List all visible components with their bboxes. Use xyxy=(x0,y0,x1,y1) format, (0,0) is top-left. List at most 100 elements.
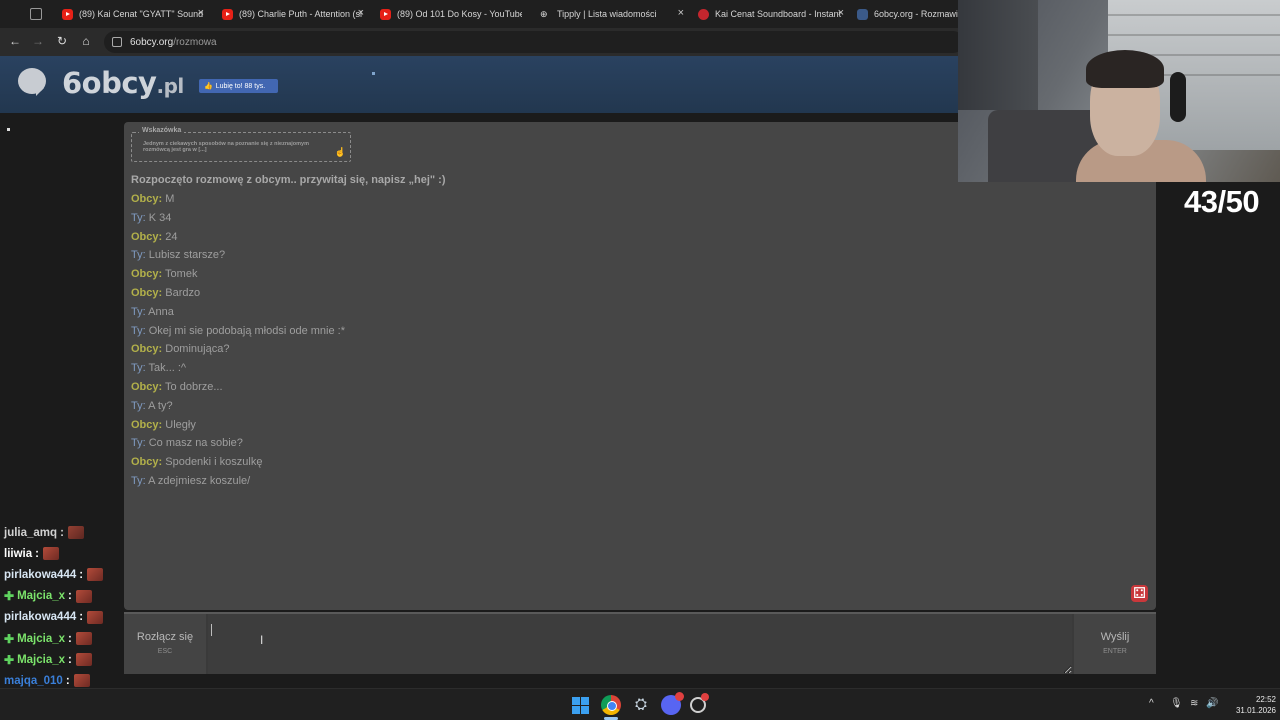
tab-kai-cenat-soundboard[interactable]: Kai Cenat Soundboard - Instant × xyxy=(698,4,844,24)
home-icon[interactable]: ⌂ xyxy=(78,34,94,48)
tab-title: Tipply | Lista wiadomości xyxy=(557,9,657,19)
message-author: Ty: xyxy=(131,249,146,262)
stream-chat-overlay: julia_amq: liiwia: pirlakowa444: ✚ Majcia_x:… xyxy=(4,526,122,713)
disconnect-shortcut: ESC xyxy=(157,648,173,655)
message-author: Obcy: xyxy=(131,268,163,281)
emote-icon xyxy=(87,610,104,624)
youtube-icon xyxy=(380,8,391,20)
chat-message: Obcy: Spodenki i koszulkę xyxy=(131,453,345,472)
send-button[interactable]: Wyślij ENTER xyxy=(1074,614,1156,674)
webcam-blind xyxy=(1108,14,1280,16)
chat-message: Obcy: Tomek xyxy=(131,265,345,284)
chat-message: Obcy: Dominująca? xyxy=(131,340,345,359)
chat-message: Ty: A zdejmiesz koszule/ xyxy=(131,472,345,491)
page-dot xyxy=(7,128,10,131)
close-tab-icon[interactable]: × xyxy=(358,7,364,19)
stream-chat-colon: : xyxy=(60,526,64,539)
disconnect-label: Rozłącz się xyxy=(136,631,194,643)
stream-chat-line: ✚ Majcia_x: xyxy=(4,649,122,670)
chat-message: Obcy: Bardzo xyxy=(131,284,345,303)
stream-chat-line: ✚ Majcia_x: xyxy=(4,628,122,649)
message-text: Bardzo xyxy=(165,286,201,299)
message-text: Dominująca? xyxy=(165,343,230,356)
reload-icon[interactable]: ↻ xyxy=(54,34,70,48)
facebook-like-button[interactable]: 👍 Lubię to! 88 tys. xyxy=(199,79,278,93)
chat-message: Obcy: To dobrze... xyxy=(131,378,345,397)
headset-icon xyxy=(1170,72,1186,122)
chat-message: Ty: Co masz na sobie? xyxy=(131,434,345,453)
stream-chat-colon: : xyxy=(68,653,72,666)
clock-date: 31.01.2026 xyxy=(1235,706,1276,715)
wifi-icon[interactable]: ≋ xyxy=(1190,698,1198,709)
message-text: To dobrze... xyxy=(165,380,223,393)
stream-chat-colon: : xyxy=(79,568,84,581)
windows-start-icon[interactable] xyxy=(572,697,589,714)
message-author: Ty: xyxy=(131,474,146,487)
chat-message: Ty: Okej mi sie podobają młodsi ode mnie… xyxy=(131,322,345,341)
chat-message: Obcy: 24 xyxy=(131,228,345,247)
system-clock[interactable]: 22:52 31.01.2026 xyxy=(1222,694,1276,716)
message-text: Lubisz starsze? xyxy=(148,249,226,262)
stream-chat-username: Majcia_x xyxy=(17,590,66,603)
hint-box[interactable]: Wskazówka Jednym z ciekawych sposobów na… xyxy=(131,127,351,162)
tray-chevron-icon[interactable]: ^ xyxy=(1149,698,1154,709)
chat-panel: Wskazówka Jednym z ciekawych sposobów na… xyxy=(124,122,1156,610)
steam-icon[interactable]: ⛭ xyxy=(631,695,651,715)
send-label: Wyślij xyxy=(1100,631,1130,643)
stream-chat-colon: : xyxy=(68,632,72,645)
app-icon[interactable] xyxy=(690,693,709,713)
disconnect-button[interactable]: Rozłącz się ESC xyxy=(124,614,206,674)
stream-chat-line: ✚ Majcia_x: xyxy=(4,586,122,607)
message-text: Tak... :^ xyxy=(148,362,187,375)
stream-chat-username: majqa_010 xyxy=(4,674,63,687)
back-icon[interactable]: ← xyxy=(7,34,23,48)
message-text: A zdejmiesz koszule/ xyxy=(148,474,251,487)
tab-od-101-do-kosy[interactable]: (89) Od 101 Do Kosy - YouTube xyxy=(380,4,522,24)
volume-icon[interactable]: 🔊 xyxy=(1206,698,1218,709)
close-tab-icon[interactable]: × xyxy=(678,7,684,19)
facebook-like-label: Lubię to! 88 tys. xyxy=(215,82,266,90)
tab-title: 6obcy.org - Rozmawiaj a xyxy=(874,9,958,19)
forward-icon[interactable]: → xyxy=(30,34,46,48)
message-list: Obcy: M Ty: K 34 Obcy: 24 Ty: Lubisz starsz… xyxy=(131,190,345,491)
tab-tipply[interactable]: ⊕ Tipply | Lista wiadomości × xyxy=(540,4,684,24)
stream-chat-colon: : xyxy=(35,547,39,560)
address-bar[interactable]: 6obcy.org/rozmowa xyxy=(104,31,964,53)
stream-chat-username: Majcia_x xyxy=(17,632,66,645)
message-author: Obcy: xyxy=(131,193,163,205)
stream-chat-username: Majcia_x xyxy=(17,653,66,666)
tab-title: Kai Cenat Soundboard - Instant xyxy=(715,9,842,19)
close-tab-icon[interactable]: × xyxy=(838,7,844,19)
logo-bubble-icon xyxy=(18,68,46,96)
site-info-icon[interactable] xyxy=(112,37,122,47)
stream-chat-username: liiwia xyxy=(4,547,33,560)
tab-kai-cenat-gyatt[interactable]: (89) Kai Cenat "GYATT" Sound E × xyxy=(62,4,204,24)
close-tab-icon[interactable]: × xyxy=(198,7,204,19)
tipply-icon: ⊕ xyxy=(540,8,548,19)
hand-pointer-icon: ☝ xyxy=(334,147,346,157)
tab-6obcy[interactable]: 6obcy.org - Rozmawiaj a xyxy=(857,4,958,24)
emote-icon xyxy=(67,526,84,540)
text-caret xyxy=(211,624,212,636)
stream-chat-line: pirlakowa444: xyxy=(4,564,122,585)
chat-message: Obcy: M xyxy=(131,190,345,209)
message-text: 24 xyxy=(165,230,178,243)
stream-counter: 43/50 xyxy=(1184,184,1260,219)
microphone-icon[interactable]: 🎙 xyxy=(1170,698,1183,709)
emote-icon xyxy=(73,674,90,688)
stream-chat-line: pirlakowa444: xyxy=(4,607,122,628)
tab-switcher-icon[interactable] xyxy=(30,8,42,20)
message-input[interactable] xyxy=(208,614,1072,674)
site-icon xyxy=(857,8,868,20)
emote-icon xyxy=(75,632,92,646)
message-author: Ty: xyxy=(131,362,146,375)
message-author: Ty: xyxy=(131,324,146,337)
site-logo[interactable]: 6obcy.pl xyxy=(62,66,184,100)
text-cursor-icon: I xyxy=(260,633,264,647)
dice-icon[interactable] xyxy=(1131,585,1148,602)
tab-title: (89) Charlie Puth - Attention (sl xyxy=(239,9,363,19)
youtube-icon xyxy=(222,8,233,20)
discord-icon[interactable] xyxy=(661,692,684,715)
chrome-icon[interactable] xyxy=(601,695,621,715)
tab-charlie-puth[interactable]: (89) Charlie Puth - Attention (sl × xyxy=(222,4,364,24)
